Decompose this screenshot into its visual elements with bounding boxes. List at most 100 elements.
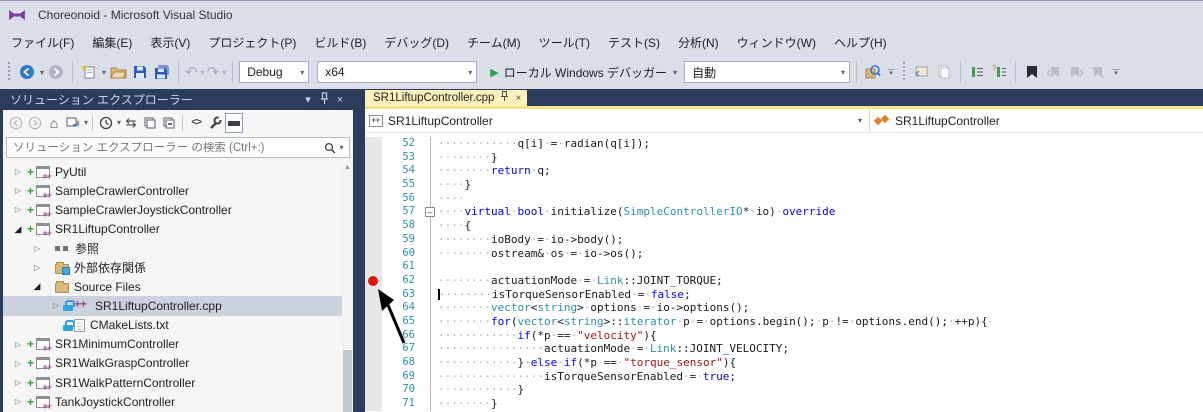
outline-margin[interactable]: [423, 233, 438, 247]
code-text[interactable]: ········ioBody·=·io->body();: [438, 233, 1203, 247]
breakpoint-margin[interactable]: [365, 151, 382, 165]
menu-item[interactable]: テスト(S): [599, 30, 669, 55]
menu-item[interactable]: チーム(M): [458, 30, 530, 55]
code-text[interactable]: ············}: [438, 383, 1203, 397]
expander-icon[interactable]: ▷: [30, 263, 44, 272]
new-project-caret-icon[interactable]: ▾: [102, 68, 106, 77]
tree-item[interactable]: ▷SR1LiftupController.cpp: [3, 296, 353, 315]
outline-margin[interactable]: [423, 164, 438, 178]
platform-combo[interactable]: x64▾: [317, 61, 477, 83]
increase-indent-icon[interactable]: ?: [989, 60, 1009, 84]
outline-margin[interactable]: [423, 274, 438, 288]
expander-icon[interactable]: ◢: [30, 281, 44, 292]
member-list-icon[interactable]: [912, 60, 932, 84]
expander-icon[interactable]: ▷: [11, 397, 25, 406]
code-line[interactable]: 54········return·q;: [365, 164, 1203, 178]
undo-icon[interactable]: ↶: [185, 65, 198, 80]
forward-icon[interactable]: [26, 113, 44, 133]
types-dropdown[interactable]: SR1LiftupController ▾: [365, 109, 870, 132]
breakpoint-margin[interactable]: [365, 164, 382, 178]
expander-icon[interactable]: ▷: [30, 244, 44, 253]
pending-changes-filter-icon[interactable]: [97, 113, 115, 133]
outline-margin[interactable]: [423, 288, 438, 302]
tree-item[interactable]: ▷+SampleCrawlerJoystickController: [3, 200, 353, 219]
outline-margin[interactable]: [423, 301, 438, 315]
code-line[interactable]: 55····}: [365, 178, 1203, 192]
breakpoint-margin[interactable]: [365, 178, 382, 192]
code-text[interactable]: ····}: [438, 178, 1203, 192]
menu-item[interactable]: ウィンドウ(W): [728, 30, 825, 55]
breakpoint-margin[interactable]: [365, 383, 382, 397]
sync-with-active-document-icon[interactable]: ⇆: [122, 113, 140, 133]
toggle-bookmark-icon[interactable]: [1022, 60, 1042, 84]
code-text[interactable]: ············q[i]·=·radian(q[i]);: [438, 137, 1203, 151]
line-number[interactable]: 56: [382, 192, 423, 206]
save-button[interactable]: [130, 60, 150, 84]
scrollbar-thumb[interactable]: [343, 350, 352, 412]
view-code-icon[interactable]: <>: [187, 113, 205, 133]
outline-margin[interactable]: [423, 356, 438, 370]
search-box[interactable]: ▾: [6, 137, 350, 158]
outline-margin[interactable]: [423, 315, 438, 329]
undo-caret-icon[interactable]: ▾: [201, 68, 205, 77]
line-number[interactable]: 69: [382, 370, 423, 384]
search-input[interactable]: [7, 142, 319, 154]
tree-item[interactable]: ◢+SR1LiftupController: [3, 220, 353, 239]
expander-icon[interactable]: ▷: [11, 359, 25, 368]
code-text[interactable]: ············}·else·if(*p·==·"torque_sens…: [438, 356, 1203, 370]
outline-margin[interactable]: [423, 370, 438, 384]
code-line[interactable]: 56····: [365, 192, 1203, 206]
line-number[interactable]: 59: [382, 233, 423, 247]
line-number[interactable]: 61: [382, 260, 423, 274]
attach-to-process-icon[interactable]: [863, 60, 883, 84]
menu-item[interactable]: ヘルプ(H): [825, 30, 896, 55]
expander-icon[interactable]: ▷: [11, 340, 25, 349]
outline-margin[interactable]: [423, 137, 438, 151]
breakpoint-margin[interactable]: [365, 356, 382, 370]
tree-item[interactable]: ▷+SR1MinimumController: [3, 335, 353, 354]
navigate-forward-button[interactable]: [46, 60, 66, 84]
tree-item[interactable]: ▷+SR1WalkGraspController: [3, 354, 353, 373]
members-dropdown[interactable]: SR1LiftupController: [870, 109, 1203, 132]
tree-item[interactable]: CMakeLists.txt: [3, 316, 353, 335]
outline-margin[interactable]: [423, 342, 438, 356]
line-number[interactable]: 52: [382, 137, 423, 151]
navigate-backward-caret-icon[interactable]: ▾: [40, 68, 44, 77]
collapse-all-icon[interactable]: [160, 113, 178, 133]
breakpoint-margin[interactable]: [365, 260, 382, 274]
code-text[interactable]: ········isTorqueSensorEnabled·=·false;: [438, 288, 1203, 302]
menu-item[interactable]: ファイル(F): [2, 30, 83, 55]
code-text[interactable]: ················isTorqueSensorEnabled·=·…: [438, 370, 1203, 384]
tree-item[interactable]: ▷+SampleCrawlerController: [3, 181, 353, 200]
expander-icon[interactable]: ▷: [11, 186, 25, 195]
collapse-region-icon[interactable]: –: [425, 207, 435, 217]
breakpoint-margin[interactable]: [365, 370, 382, 384]
properties-icon[interactable]: [206, 113, 224, 133]
navigate-backward-button[interactable]: [17, 60, 37, 84]
expander-icon[interactable]: ▷: [11, 167, 25, 176]
redo-icon[interactable]: ↷: [207, 65, 220, 80]
breakpoint-margin[interactable]: [365, 205, 382, 219]
menu-item[interactable]: 分析(N): [669, 30, 728, 55]
configuration-combo[interactable]: Debug▾: [239, 61, 309, 83]
window-position-caret-icon[interactable]: ▾: [300, 93, 316, 106]
outline-margin[interactable]: [423, 383, 438, 397]
code-text[interactable]: ············if(*p·==·"velocity"){: [438, 329, 1203, 343]
code-text[interactable]: [438, 260, 1203, 274]
toolbar-overflow-icon[interactable]: —▾: [1110, 68, 1122, 76]
line-number[interactable]: 58: [382, 219, 423, 233]
tree-item[interactable]: ◢Source Files: [3, 277, 353, 296]
toolbar-grip[interactable]: [7, 62, 12, 82]
breakpoint-margin[interactable]: [365, 219, 382, 233]
switch-views-icon[interactable]: [64, 113, 82, 133]
tree-item[interactable]: ▷+SR1WalkPatternController: [3, 373, 353, 392]
code-line[interactable]: 70············}: [365, 383, 1203, 397]
code-line[interactable]: 66············if(*p·==·"velocity"){: [365, 329, 1203, 343]
outline-margin[interactable]: [423, 192, 438, 206]
tree-scrollbar[interactable]: ▲: [342, 162, 353, 412]
back-icon[interactable]: [7, 113, 25, 133]
menu-item[interactable]: ツール(T): [530, 30, 599, 55]
menu-item[interactable]: 編集(E): [83, 30, 141, 55]
outline-margin[interactable]: [423, 329, 438, 343]
outline-margin[interactable]: [423, 219, 438, 233]
